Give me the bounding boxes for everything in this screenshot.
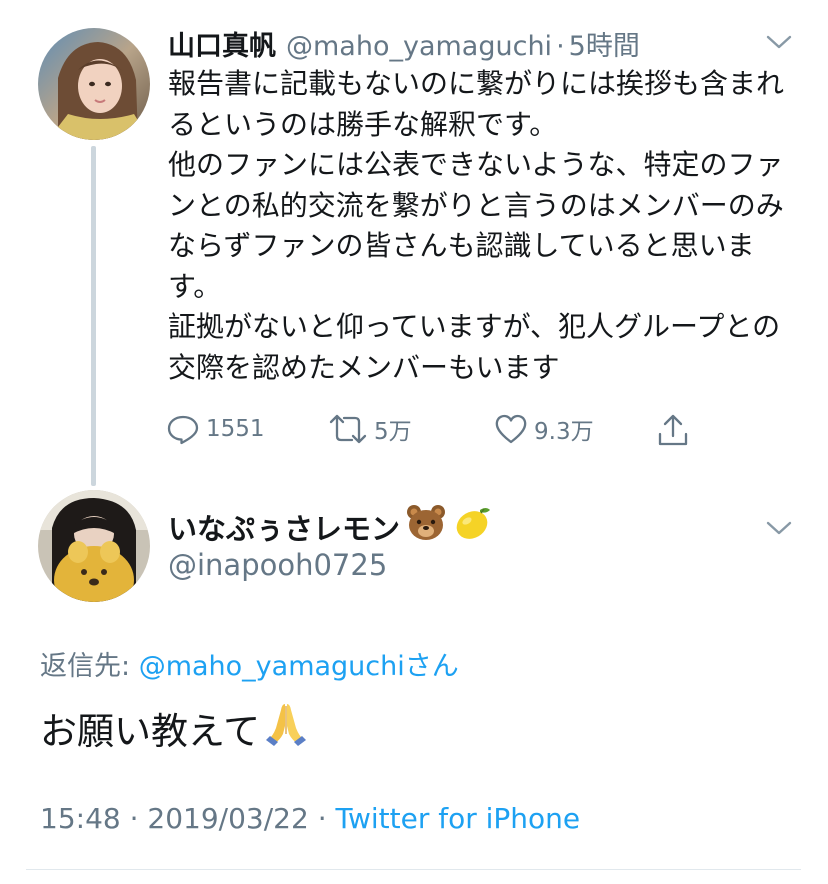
like-count: 9.3万 (534, 419, 594, 445)
user-handle[interactable]: @inapooh0725 (168, 548, 387, 582)
avatar[interactable] (38, 490, 150, 602)
retweet-icon (329, 414, 367, 444)
tweet-text: 報告書に記載もないのに繋がりには挨拶も含まれるというのは勝手な解釈です。 他のフ… (168, 67, 785, 384)
display-name[interactable]: 山口真帆 (168, 24, 276, 63)
display-name[interactable]: いなぷぅさレモン (168, 506, 400, 548)
bear-face-emoji-icon (406, 504, 446, 549)
reply-icon (167, 415, 199, 445)
tweet-time: 15:48 (40, 802, 121, 835)
like-button[interactable]: 9.3万 (494, 412, 594, 446)
tweet-text: お願い教えて (40, 709, 261, 753)
replying-to-mention-link[interactable]: @maho_yamaguchi (139, 651, 405, 682)
reply-tweet-text-row: お願い教えて (40, 700, 308, 755)
replying-to: 返信先: @maho_yamaguchiさん (40, 644, 459, 683)
user-handle[interactable]: @maho_yamaguchi (286, 31, 552, 62)
replying-to-suffix: さん (404, 651, 459, 682)
tweet-date: 2019/03/22 (147, 802, 309, 835)
chevron-down-icon[interactable] (764, 518, 794, 538)
tweet-meta: 15:48 · 2019/03/22 · Twitter for iPhone (40, 802, 580, 835)
folded-hands-emoji-icon (264, 700, 308, 755)
meta-separator: · (120, 802, 148, 835)
meta-separator: · (308, 802, 336, 835)
tweet-source-link[interactable]: Twitter for iPhone (336, 802, 581, 835)
reply-button[interactable]: 1551 (166, 412, 265, 446)
share-icon (658, 414, 688, 446)
heart-icon (495, 414, 527, 444)
reply-display-name-row: いなぷぅさレモン (168, 504, 492, 549)
share-button[interactable] (656, 412, 696, 448)
tweet-timestamp[interactable]: 5時間 (569, 24, 640, 63)
separator-dot: · (556, 31, 565, 62)
avatar[interactable] (38, 28, 150, 140)
lemon-emoji-icon (452, 504, 492, 549)
tweet-header: 山口真帆 @maho_yamaguchi · 5時間 (168, 24, 640, 63)
retweet-button[interactable]: 5万 (328, 412, 412, 446)
chevron-down-icon[interactable] (764, 32, 794, 52)
retweet-count: 5万 (374, 419, 412, 445)
divider (26, 869, 801, 870)
replying-to-label: 返信先: (40, 651, 139, 682)
tweet-actions: 1551 5万 9.3万 (166, 412, 726, 452)
thread-connector-line (91, 146, 96, 486)
reply-count: 1551 (206, 416, 265, 442)
